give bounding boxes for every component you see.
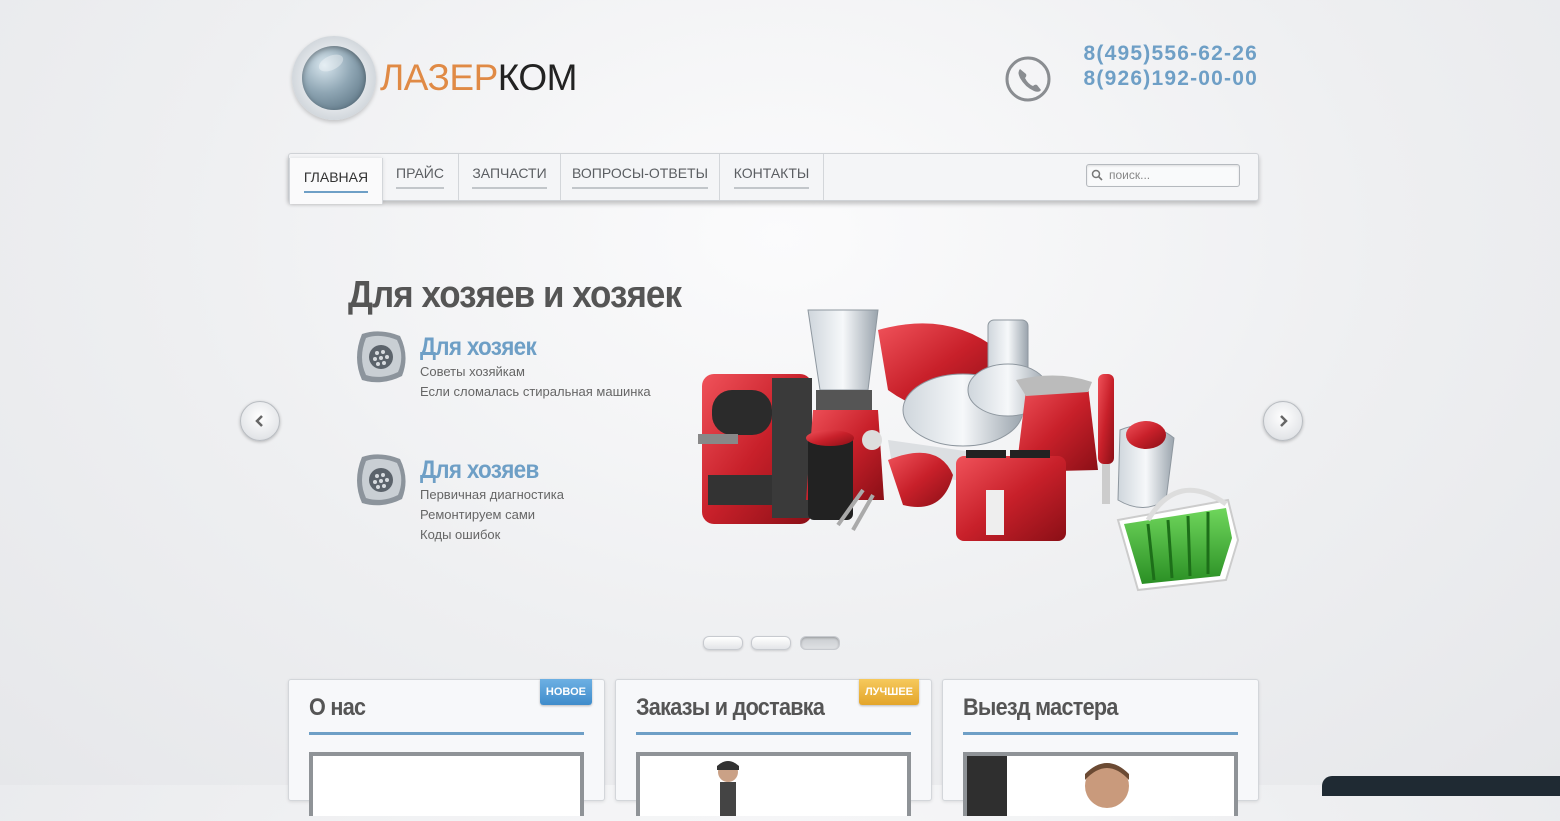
- best-badge: ЛУЧШЕЕ: [858, 679, 919, 705]
- main-nav: ГЛАВНАЯ ПРАЙС ЗАПЧАСТИ ВОПРОСЫ-ОТВЕТЫ КО…: [288, 153, 1259, 204]
- phone-number[interactable]: 8(495)556-62-26: [1062, 41, 1258, 66]
- phone-numbers: 8(495)556-62-26 8(926)192-00-00: [1062, 41, 1258, 91]
- feature-link[interactable]: Первичная диагностика: [420, 485, 564, 505]
- search-icon: [1091, 169, 1103, 181]
- delivery-box: ЛУЧШЕЕ Заказы и доставка: [615, 679, 932, 821]
- feature-link[interactable]: Коды ошибок: [420, 525, 500, 545]
- phone-icon: [1005, 56, 1051, 102]
- chevron-right-icon: [1280, 415, 1288, 427]
- nav-item-price[interactable]: ПРАЙС: [382, 154, 459, 200]
- feature-heading[interactable]: Для хозяев: [420, 456, 539, 485]
- feature-link[interactable]: Ремонтируем сами: [420, 505, 535, 525]
- box-image: [636, 752, 911, 821]
- feature-link[interactable]: Если сломалась стиральная машинка: [420, 382, 651, 402]
- slider-dot[interactable]: [751, 636, 791, 650]
- box-title[interactable]: Выезд мастера: [963, 694, 1118, 722]
- courier-photo: [717, 761, 739, 821]
- nav-label: ВОПРОСЫ-ОТВЕТЫ: [572, 165, 708, 189]
- slider-dot[interactable]: [703, 636, 743, 650]
- new-badge: НОВОЕ: [539, 679, 592, 705]
- box-title[interactable]: О нас: [309, 694, 366, 722]
- nav-label: ЗАПЧАСТИ: [472, 165, 547, 189]
- box-image: [963, 752, 1238, 816]
- drum-filter-icon: [357, 454, 406, 506]
- nav-item-parts[interactable]: ЗАПЧАСТИ: [459, 154, 561, 200]
- slide-title: Для хозяев и хозяек: [348, 274, 682, 316]
- divider: [963, 732, 1238, 735]
- nav-label: КОНТАКТЫ: [733, 165, 810, 189]
- feature-link[interactable]: Советы хозяйкам: [420, 362, 525, 382]
- feature-heading[interactable]: Для хозяек: [420, 333, 537, 362]
- phone-number[interactable]: 8(926)192-00-00: [1062, 66, 1258, 91]
- site-logo[interactable]: ЛАЗЕРКОМ: [292, 36, 582, 124]
- chat-widget-bar[interactable]: [1322, 776, 1560, 796]
- nav-label: ГЛАВНАЯ: [303, 169, 369, 193]
- slider-dot-active[interactable]: [800, 636, 840, 650]
- nav-item-contacts[interactable]: КОНТАКТЫ: [720, 154, 824, 200]
- nav-label: ПРАЙС: [396, 165, 444, 189]
- master-visit-box: Выезд мастера: [942, 679, 1259, 816]
- search-box: [1086, 164, 1240, 187]
- about-box: НОВОЕ О нас: [288, 679, 605, 816]
- box-image: [309, 752, 584, 816]
- drum-filter-icon: [357, 331, 406, 383]
- chevron-left-icon: [255, 415, 263, 427]
- slider-prev-button[interactable]: [240, 401, 280, 441]
- box-title[interactable]: Заказы и доставка: [636, 694, 825, 722]
- nav-item-home[interactable]: ГЛАВНАЯ: [289, 158, 383, 204]
- search-input[interactable]: [1109, 167, 1229, 183]
- master-photo: [967, 756, 1129, 816]
- logo-drum-icon: [292, 36, 376, 120]
- divider: [636, 732, 911, 735]
- nav-item-faq[interactable]: ВОПРОСЫ-ОТВЕТЫ: [561, 154, 720, 200]
- slider-next-button[interactable]: [1263, 401, 1303, 441]
- divider: [309, 732, 584, 735]
- logo-text: ЛАЗЕРКОМ: [380, 57, 578, 98]
- kitchen-appliances-image: [698, 309, 1240, 592]
